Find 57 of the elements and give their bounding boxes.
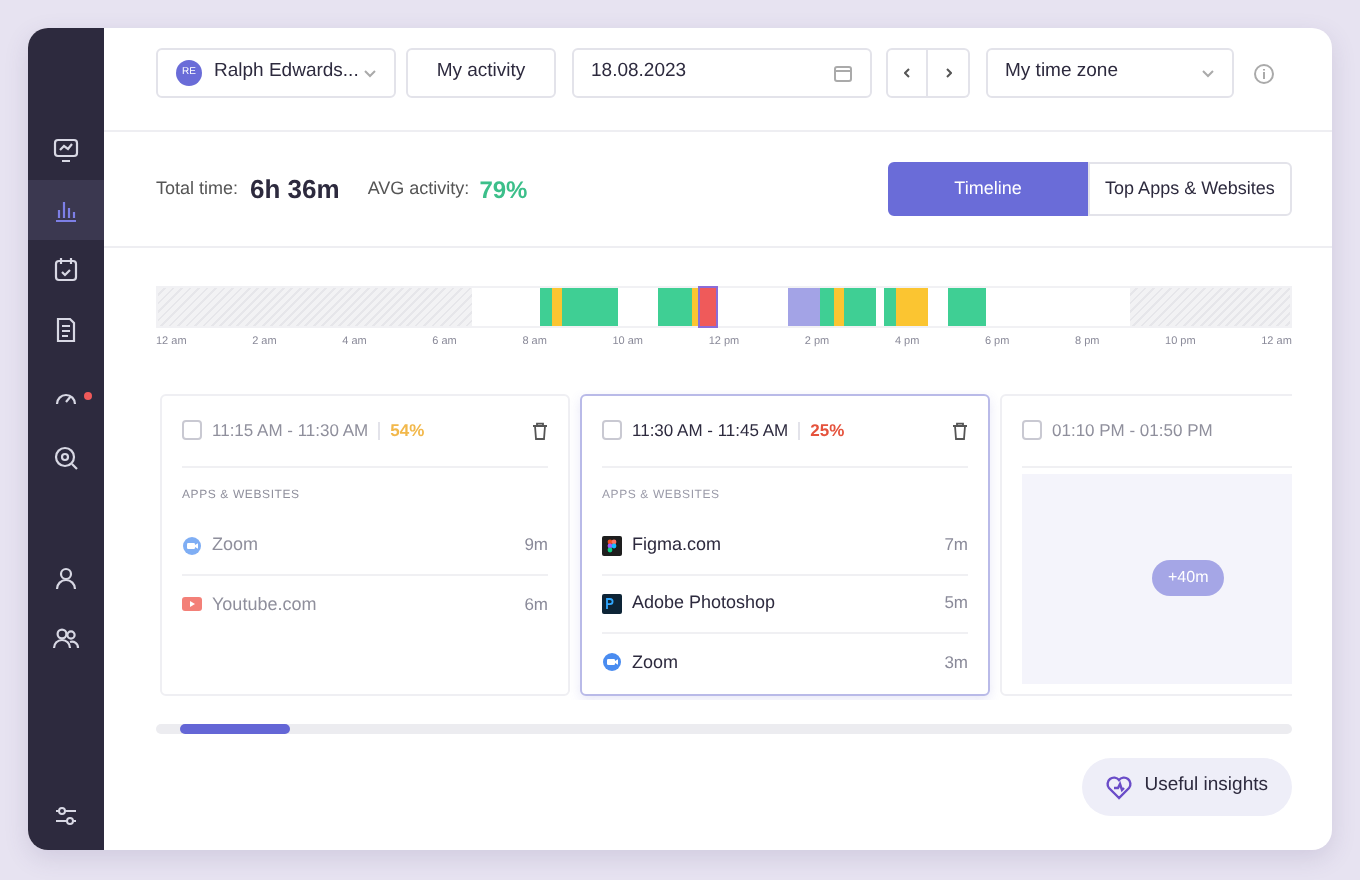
calendar-check-icon: [52, 256, 80, 284]
app-row[interactable]: Figma.com 7m: [602, 517, 968, 576]
user-icon: [52, 564, 80, 592]
play-icon: [182, 594, 202, 615]
app-name: Adobe Photoshop: [632, 590, 776, 616]
app-duration: 3m: [944, 649, 968, 676]
total-time-label: Total time:: [156, 175, 239, 202]
app-row[interactable]: Adobe Photoshop 5m: [602, 575, 968, 634]
calendar-icon: [833, 64, 851, 82]
checkbox[interactable]: [182, 420, 202, 441]
time-range: 11:15 AM - 11:30 AM: [212, 417, 369, 444]
scroll-thumb[interactable]: [180, 723, 290, 734]
document-icon: [52, 316, 80, 344]
chevron-down-icon: [1201, 69, 1213, 77]
chevron-down-icon: [364, 69, 376, 77]
photoshop-icon: [602, 593, 622, 614]
monitor-icon: [52, 136, 80, 164]
horizontal-scrollbar[interactable]: [156, 723, 1292, 734]
video-call-icon: [602, 652, 622, 673]
chevron-left-icon: [904, 68, 910, 78]
activity-percent: 25%: [810, 417, 845, 444]
app-row[interactable]: Zoom 3m: [602, 633, 968, 692]
timezone-select[interactable]: My time zone: [985, 48, 1233, 98]
avg-activity-value: 79%: [479, 173, 528, 207]
view-tab[interactable]: Top Apps & Websites: [1088, 162, 1292, 216]
app-duration: 9m: [524, 532, 548, 559]
app-duration: 7m: [944, 532, 968, 559]
time-range: 11:30 AM - 11:45 AM: [632, 417, 789, 444]
view-tab[interactable]: Timeline: [888, 162, 1088, 216]
video-call-icon: [182, 535, 202, 556]
checkbox[interactable]: [602, 420, 622, 441]
app-name: Zoom: [632, 649, 679, 675]
checkbox[interactable]: [1022, 420, 1042, 441]
time-range: 01:10 PM - 01:50 PM: [1052, 417, 1213, 444]
bar-chart-icon: [52, 196, 80, 224]
chevron-right-icon: [945, 68, 951, 78]
sliders-icon: [52, 801, 80, 829]
activity-percent: 54%: [390, 417, 425, 444]
date-value: 18.08.2023: [591, 58, 687, 87]
heart-icon: [1106, 775, 1133, 799]
user-name: Ralph Edwards...: [214, 58, 359, 87]
app-duration: 6m: [524, 591, 548, 618]
app-duration: 5m: [944, 590, 968, 617]
app-row[interactable]: Zoom 9m: [182, 517, 548, 576]
app-name: Youtube.com: [212, 591, 317, 617]
figma-icon: [602, 535, 622, 556]
my-activity-button[interactable]: My activity: [406, 48, 556, 98]
avg-activity-label: AVG activity:: [367, 175, 470, 202]
useful-insights-button[interactable]: Useful insights: [1082, 758, 1292, 816]
date-field[interactable]: 18.08.2023: [571, 48, 871, 98]
timezone-value: My time zone: [1005, 58, 1118, 87]
users-icon: [52, 624, 80, 652]
app-name: Zoom: [212, 532, 259, 558]
trash-icon[interactable]: [532, 421, 548, 440]
app-name: Figma.com: [632, 532, 722, 558]
total-time-value: 6h 36m: [250, 171, 340, 208]
trash-icon[interactable]: [952, 421, 968, 440]
